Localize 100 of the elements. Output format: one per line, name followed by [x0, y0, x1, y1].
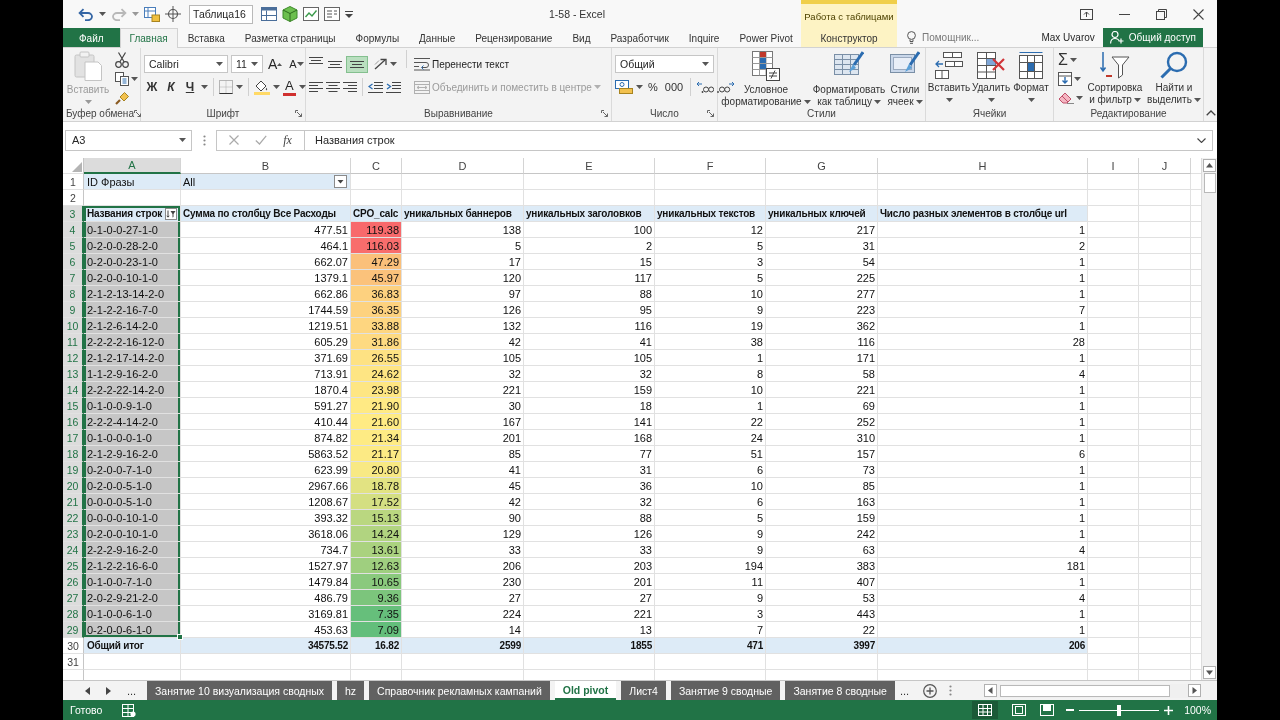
ribbon-tab[interactable]: Формулы: [345, 28, 410, 47]
format-button[interactable]: Формат: [1012, 50, 1050, 105]
row-number[interactable]: 26: [63, 574, 84, 590]
row-number[interactable]: 23: [63, 526, 84, 542]
name-box-field[interactable]: Таблица16: [189, 4, 253, 24]
dialog-launcher-icon[interactable]: [707, 109, 714, 117]
align-right-icon[interactable]: [343, 82, 357, 92]
cell-styles-button[interactable]: Стили ячеек: [886, 50, 924, 105]
column-header[interactable]: D: [402, 158, 524, 174]
scissors-icon[interactable]: [115, 52, 129, 68]
fill-handle[interactable]: [177, 634, 183, 640]
ribbon-tab[interactable]: Конструктор: [801, 28, 897, 47]
column-header[interactable]: I: [1088, 158, 1139, 174]
customize-caret-icon[interactable]: [345, 10, 353, 18]
ribbon-display-icon[interactable]: [1080, 8, 1093, 20]
tab-right-icon[interactable]: [106, 686, 111, 695]
row-number[interactable]: 18: [63, 446, 84, 462]
row-number[interactable]: 3: [63, 206, 84, 222]
table-icon[interactable]: [261, 7, 277, 21]
border-icon[interactable]: [219, 80, 233, 94]
formula-field[interactable]: Названия строк: [304, 129, 1213, 151]
chart-icon[interactable]: [303, 7, 319, 21]
column-header[interactable]: C: [351, 158, 402, 174]
row-number[interactable]: 29: [63, 622, 84, 638]
wrap-text-button[interactable]: Перенести текст: [412, 54, 603, 74]
restore-icon[interactable]: [1156, 8, 1167, 20]
number-format-select[interactable]: Общий: [615, 55, 714, 73]
row-number[interactable]: 28: [63, 606, 84, 622]
macro-record-icon[interactable]: [122, 703, 137, 717]
sheet-tab[interactable]: Справочник рекламных кампаний: [369, 681, 550, 700]
dialog-launcher-icon[interactable]: [295, 109, 302, 117]
row-number[interactable]: 9: [63, 302, 84, 318]
insert-function-button[interactable]: fx: [283, 132, 292, 148]
fill-down-icon[interactable]: [1058, 72, 1072, 86]
italic-button[interactable]: К: [163, 77, 179, 97]
more-tabs-button[interactable]: ...: [899, 681, 916, 700]
caret-icon[interactable]: [273, 85, 280, 89]
caret-icon[interactable]: [201, 85, 208, 89]
ribbon-tab[interactable]: Inquire: [678, 28, 730, 47]
scroll-thumb[interactable]: [1000, 684, 1170, 697]
page-layout-icon[interactable]: [1012, 704, 1027, 716]
row-number[interactable]: 14: [63, 382, 84, 398]
row-number[interactable]: 7: [63, 270, 84, 286]
sheet-tab[interactable]: Занятие 9 сводные: [670, 681, 781, 700]
row-number[interactable]: 6: [63, 254, 84, 270]
delete-button[interactable]: Удалить: [971, 50, 1011, 105]
percent-button[interactable]: %: [646, 77, 660, 97]
grip-dots-icon[interactable]: [203, 134, 206, 146]
dialog-launcher-icon[interactable]: [601, 109, 608, 117]
caret-icon[interactable]: [298, 85, 306, 89]
column-header[interactable]: G: [766, 158, 878, 174]
dialog-launcher-icon[interactable]: [133, 109, 141, 117]
font-color-button[interactable]: A: [283, 78, 296, 96]
sheet-tab[interactable]: Лист4: [621, 681, 666, 700]
ribbon-tab[interactable]: Разметка страницы: [234, 28, 346, 47]
row-number[interactable]: 24: [63, 542, 84, 558]
row-number[interactable]: 4: [63, 222, 84, 238]
column-header[interactable]: E: [524, 158, 655, 174]
find-select-button[interactable]: Найти и выделить: [1145, 50, 1203, 105]
font-size-select[interactable]: 11: [231, 55, 263, 73]
scroll-right-icon[interactable]: [1188, 684, 1201, 697]
scroll-up-icon[interactable]: [1203, 159, 1216, 172]
indent-icon[interactable]: [386, 81, 401, 93]
sheet-tab[interactable]: Old pivot: [554, 681, 617, 700]
ribbon-tab[interactable]: Данные: [409, 28, 466, 47]
minimize-icon[interactable]: [1119, 13, 1130, 15]
diagonal-arrow-icon[interactable]: [374, 58, 388, 70]
copy-icon[interactable]: [115, 72, 129, 86]
font-select[interactable]: Calibri: [144, 55, 228, 73]
insert-button[interactable]: Вставить: [928, 50, 970, 105]
tab-left-icon[interactable]: [85, 686, 90, 695]
ribbon-tab[interactable]: Файл: [63, 28, 120, 47]
row-number[interactable]: 13: [63, 366, 84, 382]
crosshair-icon[interactable]: [165, 6, 181, 22]
row-number[interactable]: 16: [63, 414, 84, 430]
column-header[interactable]: B: [181, 158, 351, 174]
outdent-icon[interactable]: [368, 81, 383, 93]
row-number[interactable]: 10: [63, 318, 84, 334]
filter-dropdown[interactable]: All: [181, 174, 351, 190]
scroll-down-icon[interactable]: [1203, 666, 1216, 679]
page-break-icon[interactable]: [1040, 704, 1055, 716]
name-box[interactable]: A3: [65, 129, 192, 151]
caret-icon[interactable]: [1076, 96, 1083, 100]
shrink-font-button[interactable]: A: [287, 54, 306, 74]
align-middle-icon[interactable]: [328, 60, 342, 68]
brush-icon[interactable]: [115, 91, 129, 105]
row-number[interactable]: 12: [63, 350, 84, 366]
align-left-icon[interactable]: [309, 82, 323, 92]
thousands-button[interactable]: 000: [662, 77, 686, 97]
row-number[interactable]: 22: [63, 510, 84, 526]
align-bottom-icon[interactable]: [347, 56, 367, 72]
ribbon-tab[interactable]: Рецензирование: [465, 28, 563, 47]
cube-icon[interactable]: [282, 6, 298, 22]
currency-icon[interactable]: [615, 80, 633, 94]
caret-icon[interactable]: [1069, 58, 1077, 62]
add-sheet-icon[interactable]: [923, 683, 938, 698]
column-header[interactable]: A: [84, 158, 181, 174]
splitter-dots-icon[interactable]: [949, 685, 953, 696]
paint-bucket-icon[interactable]: [254, 79, 270, 95]
zoom-in-icon[interactable]: [1164, 705, 1174, 715]
